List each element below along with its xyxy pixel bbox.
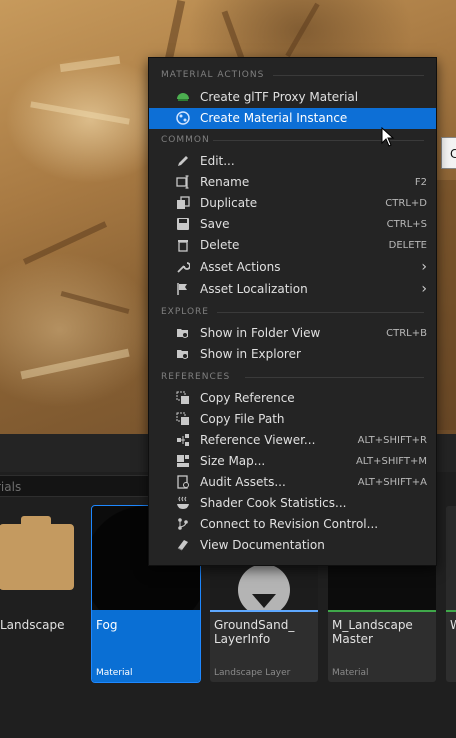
- section-header-references: REFERENCES: [161, 370, 424, 384]
- duplicate-icon: [177, 196, 190, 209]
- viewport-scenery: [22, 221, 108, 265]
- chevron-right-icon: ›: [421, 259, 427, 275]
- viewport-scenery: [285, 2, 320, 58]
- steam-icon: [177, 496, 189, 509]
- menu-item-asset-localization[interactable]: Asset Localization ›: [149, 279, 436, 300]
- asset-tile[interactable]: W: [446, 506, 456, 682]
- menu-item-view-documentation[interactable]: View Documentation: [149, 535, 436, 556]
- asset-type: Material: [332, 668, 369, 678]
- asset-name: M_Landscape Master: [332, 618, 413, 646]
- menu-item-reference-viewer[interactable]: Reference Viewer... ALT+SHIFT+R: [149, 430, 436, 451]
- copy-icon: [176, 412, 189, 425]
- menu-item-edit[interactable]: Edit...: [149, 151, 436, 172]
- folder-search-icon: [177, 350, 188, 359]
- asset-name: Landscape: [0, 618, 65, 632]
- viewport-scenery: [221, 10, 245, 60]
- folder-icon: [0, 516, 74, 590]
- section-header-explore: EXPLORE: [161, 305, 424, 319]
- material-instance-icon: [176, 111, 190, 125]
- viewport-scenery: [435, 180, 456, 430]
- menu-item-shader-cook-statistics[interactable]: Shader Cook Statistics...: [149, 493, 436, 514]
- tooltip: C: [441, 137, 456, 169]
- asset-type-strip: [210, 610, 318, 612]
- asset-type-strip: [328, 610, 436, 612]
- book-icon: [177, 540, 188, 551]
- asset-thumbnail: [446, 506, 456, 610]
- asset-name: Fog: [96, 618, 118, 632]
- rename-icon: [176, 175, 189, 189]
- branch-icon: [178, 518, 188, 530]
- menu-item-size-map[interactable]: Size Map... ALT+SHIFT+M: [149, 451, 436, 472]
- viewport-scenery: [60, 291, 130, 314]
- asset-type: Landscape Layer: [214, 668, 291, 678]
- trash-icon: [178, 240, 188, 252]
- section-header-material-actions: MATERIAL ACTIONS: [161, 68, 424, 82]
- viewport-scenery: [30, 101, 130, 125]
- menu-item-show-in-folder-view[interactable]: Show in Folder View CTRL+B: [149, 323, 436, 344]
- menu-item-save[interactable]: Save CTRL+S: [149, 214, 436, 235]
- asset-name: GroundSand_ LayerInfo: [214, 618, 295, 646]
- menu-item-create-material-instance[interactable]: Create Material Instance: [149, 108, 436, 129]
- viewport-scenery: [20, 348, 130, 380]
- menu-item-audit-assets[interactable]: Audit Assets... ALT+SHIFT+A: [149, 472, 436, 493]
- chevron-right-icon: ›: [421, 281, 427, 297]
- menu-item-delete[interactable]: Delete DELETE: [149, 235, 436, 256]
- wrench-icon: [177, 262, 190, 273]
- save-icon: [177, 218, 189, 230]
- menu-item-asset-actions[interactable]: Asset Actions ›: [149, 257, 436, 278]
- menu-item-duplicate[interactable]: Duplicate CTRL+D: [149, 193, 436, 214]
- flag-icon: [177, 283, 187, 295]
- asset-type: Material: [96, 668, 133, 678]
- asset-name: W: [450, 618, 456, 632]
- menu-item-create-gltf-proxy[interactable]: Create glTF Proxy Material: [149, 87, 436, 108]
- menu-item-rename[interactable]: Rename F2: [149, 172, 436, 193]
- mouse-cursor-icon: [381, 127, 395, 147]
- pencil-icon: [178, 156, 188, 166]
- gltf-icon: [177, 93, 189, 101]
- menu-item-connect-revision-control[interactable]: Connect to Revision Control...: [149, 514, 436, 535]
- menu-item-show-in-explorer[interactable]: Show in Explorer: [149, 344, 436, 365]
- menu-item-copy-file-path[interactable]: Copy File Path: [149, 409, 436, 430]
- folder-search-icon: [177, 329, 188, 338]
- copy-icon: [176, 391, 189, 404]
- sizemap-icon: [177, 455, 189, 467]
- asset-type-strip: [446, 610, 456, 612]
- graph-icon: [177, 434, 189, 446]
- audit-icon: [177, 475, 189, 489]
- menu-item-copy-reference[interactable]: Copy Reference: [149, 388, 436, 409]
- viewport-scenery: [59, 55, 121, 73]
